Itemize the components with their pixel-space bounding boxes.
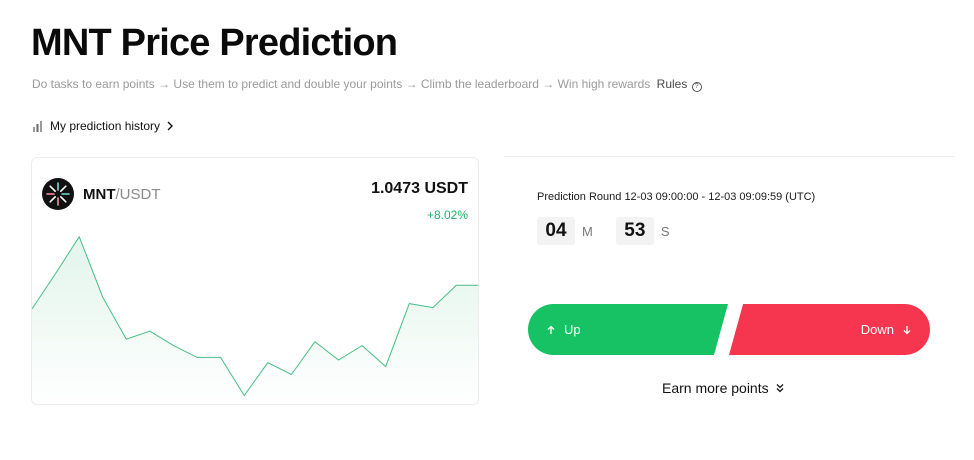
prediction-buttons: Up Down <box>528 304 930 355</box>
prediction-history-link[interactable]: My prediction history <box>32 119 174 133</box>
page-subtitle: Do tasks to earn points → Use them to pr… <box>32 77 702 92</box>
rules-link[interactable]: Rules ? <box>656 77 702 92</box>
predict-down-button[interactable]: Down <box>729 304 930 355</box>
prediction-history-label: My prediction history <box>50 119 161 133</box>
predict-up-button[interactable]: Up <box>528 304 728 355</box>
predict-down-label: Down <box>860 322 894 337</box>
earn-more-points-link[interactable]: Earn more points <box>662 380 785 396</box>
page-title: MNT Price Prediction <box>31 22 398 64</box>
timer-seconds: 53 <box>615 217 654 245</box>
pair-quote: USDT <box>119 185 161 203</box>
chevron-right-icon <box>167 121 174 131</box>
coin-pair: MNT/USDT <box>42 178 161 210</box>
countdown-timer: 04 M 53 S <box>537 217 693 245</box>
pair-base: MNT <box>83 185 116 203</box>
subtitle-text: Do tasks to earn points → Use them to pr… <box>32 77 651 91</box>
pair-label: MNT/USDT <box>83 186 161 203</box>
timer-minutes-unit: M <box>582 223 593 239</box>
rules-label: Rules <box>656 77 688 91</box>
question-circle-icon: ? <box>691 82 702 92</box>
timer-seconds-unit: S <box>660 223 670 239</box>
price-chart-card: MNT/USDT 1.0473 USDT +8.02% <box>31 157 479 405</box>
price-change: +8.02% <box>426 208 468 222</box>
prediction-round-label: Prediction Round 12-03 09:00:00 - 12-03 … <box>537 191 816 203</box>
predict-up-label: Up <box>564 322 581 337</box>
arrow-up-icon <box>547 325 555 334</box>
current-price: 1.0473 USDT <box>371 180 468 197</box>
earn-more-points-label: Earn more points <box>662 380 769 396</box>
mnt-logo-icon <box>42 178 74 210</box>
arrow-down-icon <box>903 325 911 334</box>
timer-minutes: 04 <box>537 217 575 245</box>
double-chevron-down-icon <box>776 384 784 393</box>
bar-chart-icon <box>33 121 42 132</box>
section-divider <box>504 156 954 157</box>
